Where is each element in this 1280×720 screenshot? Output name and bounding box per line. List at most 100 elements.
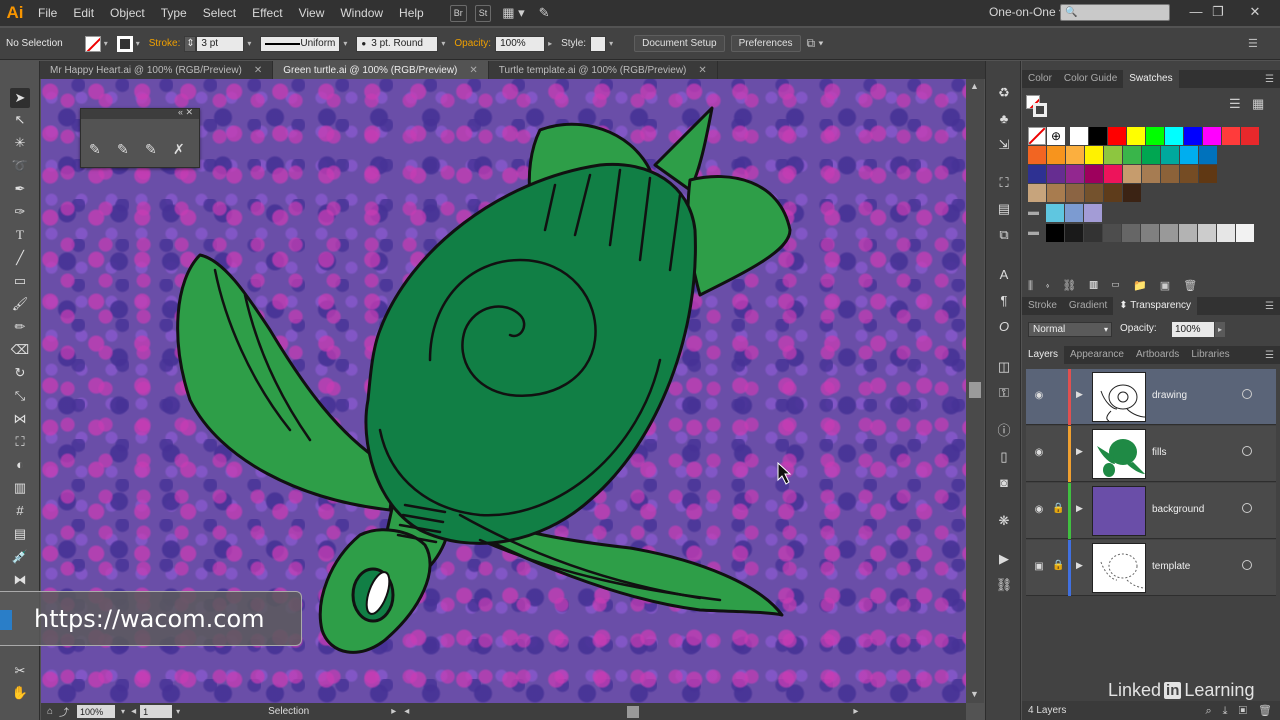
swatch[interactable] — [1142, 165, 1160, 183]
swatch[interactable] — [1047, 184, 1065, 202]
chevron-down-icon[interactable]: ▾ — [606, 36, 616, 52]
hand-tool-icon[interactable]: ✋ — [10, 683, 30, 703]
template-layer-icon[interactable]: ▣ — [1032, 561, 1046, 572]
character-icon[interactable]: A — [994, 265, 1014, 285]
swatch[interactable] — [1160, 224, 1178, 242]
eraser-tool-icon[interactable]: ⌫ — [10, 340, 30, 360]
swatch[interactable] — [1028, 165, 1046, 183]
swatch[interactable] — [1199, 146, 1217, 164]
expand-arrow-icon[interactable]: ▶ — [1076, 446, 1083, 457]
swatch[interactable] — [1103, 224, 1121, 242]
layer-row-fills[interactable]: ◉ ▶ fills — [1026, 426, 1276, 482]
remove-brush-icon[interactable]: ✗ — [173, 141, 185, 158]
swatch[interactable] — [1028, 184, 1046, 202]
selection-tool-icon[interactable]: ➤ — [10, 88, 30, 108]
artboard-chevron-icon[interactable]: ▾ — [176, 707, 180, 716]
swatch[interactable] — [1085, 146, 1103, 164]
artboard-navigator-icon[interactable]: ⌂ — [47, 706, 53, 717]
image-trace-icon[interactable]: ◙ — [994, 473, 1014, 493]
rectangle-tool-icon[interactable]: ▭ — [10, 271, 30, 291]
brush-definition[interactable]: ● 3 pt. Round ▾ — [356, 35, 448, 52]
vertical-scroll-thumb[interactable] — [969, 382, 981, 398]
preferences-button[interactable]: Preferences — [730, 35, 801, 52]
asset-export-icon[interactable]: ⇲ — [994, 135, 1014, 155]
align-options-icon[interactable]: ⧉ ▾ — [807, 36, 824, 51]
menu-select[interactable]: Select — [195, 0, 244, 26]
swatch[interactable] — [1065, 224, 1083, 242]
swatch[interactable] — [1122, 224, 1140, 242]
tab-artboards[interactable]: Artboards — [1130, 346, 1185, 364]
graphic-style-swatch[interactable] — [590, 35, 607, 52]
list-view-icon[interactable]: ☰ — [1229, 96, 1241, 112]
swatch[interactable] — [1047, 146, 1065, 164]
swatch-group-folder-icon[interactable]: ▬ — [1028, 206, 1039, 218]
visibility-eye-icon[interactable]: ◉ — [1032, 390, 1046, 401]
chevron-down-icon[interactable]: ▾ — [244, 36, 254, 52]
opacity-input[interactable]: 100% — [495, 35, 546, 52]
scroll-right-icon[interactable]: ▸ — [853, 706, 858, 717]
swatch-library-icons[interactable]: ⫼ ⬫ ⛓ ▦ ▭ 📁 ▣ 🗑 — [1028, 279, 1197, 293]
rotate-tool-icon[interactable]: ↻ — [10, 363, 30, 383]
swatch[interactable] — [1070, 127, 1088, 145]
swatch[interactable] — [1046, 204, 1064, 222]
tab-green-turtle[interactable]: Green turtle.ai @ 100% (RGB/Preview) ✕ — [273, 61, 489, 79]
lock-icon[interactable]: 🔒 — [1052, 503, 1064, 514]
swatch[interactable] — [1066, 184, 1084, 202]
menu-effect[interactable]: Effect — [244, 0, 290, 26]
lasso-tool-icon[interactable]: ➰ — [10, 156, 30, 176]
swatch-registration-icon[interactable]: ⊕ — [1047, 127, 1065, 145]
perspective-grid-tool-icon[interactable]: ▥ — [10, 478, 30, 498]
swatch[interactable] — [1108, 127, 1126, 145]
swatch[interactable] — [1241, 127, 1259, 145]
scroll-left-icon[interactable]: ◂ — [404, 706, 409, 717]
visibility-eye-icon[interactable]: ◉ — [1032, 447, 1046, 458]
swatch[interactable] — [1142, 146, 1160, 164]
horizontal-scroll-thumb[interactable] — [627, 705, 640, 718]
chevron-down-icon[interactable]: ▾ — [340, 36, 350, 52]
maximize-button[interactable]: ❐ — [1207, 3, 1229, 21]
swatch-none[interactable] — [1028, 127, 1046, 145]
chevron-down-icon[interactable]: ▾ — [101, 36, 111, 52]
links-icon[interactable]: ⛓ — [994, 575, 1014, 595]
swatch[interactable] — [1084, 204, 1102, 222]
stroke-stepper[interactable]: ⇕ — [184, 35, 197, 52]
tab-swatches[interactable]: Swatches — [1123, 70, 1179, 88]
type-tool-icon[interactable]: T — [10, 225, 30, 245]
navigator-icon[interactable]: ❋ — [994, 511, 1014, 531]
close-icon[interactable]: ✕ — [698, 65, 706, 76]
expand-arrow-icon[interactable]: ▶ — [1076, 560, 1083, 571]
stock-button[interactable]: St — [474, 4, 492, 22]
layer-row-drawing[interactable]: ◉ ▶ drawing — [1026, 369, 1276, 425]
scissors-tool-icon[interactable]: ✂ — [10, 661, 30, 681]
vertical-scrollbar[interactable]: ▲ ▼ — [966, 79, 984, 703]
swatch[interactable] — [1047, 165, 1065, 183]
actions-play-icon[interactable]: ▶ — [994, 549, 1014, 569]
info-icon[interactable]: ⓘ — [994, 421, 1014, 441]
layer-row-template[interactable]: ▣ 🔒 ▶ template — [1026, 540, 1276, 596]
previous-artboard-icon[interactable]: ◂ — [131, 706, 136, 717]
swatch[interactable] — [1217, 224, 1235, 242]
zoom-input[interactable]: 100% — [77, 705, 116, 718]
layer-target-icon[interactable] — [1242, 389, 1252, 399]
minimize-button[interactable]: — — [1185, 3, 1207, 21]
panel-menu-icon[interactable]: ☰ — [1265, 301, 1274, 312]
fill-stroke-indicator[interactable] — [1026, 95, 1047, 117]
club-symbol-icon[interactable]: ♣ — [994, 109, 1014, 129]
chevron-right-icon[interactable]: ▸ — [1215, 322, 1225, 337]
lock-icon[interactable]: 🔒 — [1052, 560, 1064, 571]
eyedropper-tool-icon[interactable]: 💉 — [10, 547, 30, 567]
variable-width-profile[interactable]: Uniform ▾ — [260, 35, 350, 52]
expand-arrow-icon[interactable]: ▶ — [1076, 503, 1083, 514]
tab-color-guide[interactable]: Color Guide — [1058, 70, 1123, 88]
layer-action-icons[interactable]: ⌕ ⤓ ▣ 🗑 — [1205, 704, 1272, 718]
zoom-chevron-icon[interactable]: ▾ — [121, 707, 125, 716]
scale-tool-icon[interactable]: ⤡ — [10, 386, 30, 406]
swatch[interactable] — [1123, 165, 1141, 183]
appearance-icon[interactable]: ⚿ — [994, 383, 1014, 403]
tab-turtle-template[interactable]: Turtle template.ai @ 100% (RGB/Preview) ✕ — [489, 61, 718, 79]
swatch[interactable] — [1165, 127, 1183, 145]
swatch[interactable] — [1046, 224, 1064, 242]
document-info-icon[interactable]: ▯ — [994, 447, 1014, 467]
tab-mr-happy-heart[interactable]: Mr Happy Heart.ai @ 100% (RGB/Preview) ✕ — [40, 61, 274, 79]
export-icon[interactable]: ⤴ — [59, 704, 69, 719]
